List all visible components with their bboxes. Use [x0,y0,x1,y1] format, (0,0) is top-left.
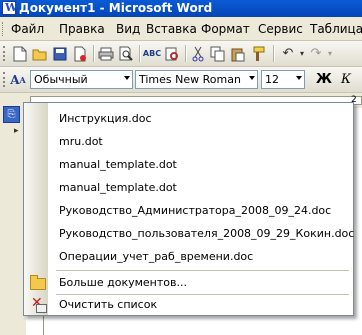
clear-list-label: Очистить список [59,298,158,311]
toolbar-separator [93,45,95,62]
recent-file-label: Инструкция.doc [59,112,152,125]
style-select[interactable]: Обычный [30,70,133,89]
recent-file-label: Руководство_Администратора_2008_09_24.do… [59,204,332,217]
formatting-toolbar: AA Обычный Times New Roman 12 Ж К [0,67,362,93]
title-bar: W Документ1 - Microsoft Word [0,0,362,17]
menu-tools[interactable]: Сервис [258,22,303,36]
more-documents-label: Больше документов... [59,276,187,289]
recent-file-item[interactable]: mru.dot [24,130,353,153]
more-documents-item[interactable]: Больше документов... [24,271,353,294]
permission-icon[interactable] [72,46,88,62]
clear-list-item[interactable]: ✕ Очистить список [24,293,353,316]
recent-file-label: manual_template.dot [59,158,177,171]
toolbar-separator [139,45,141,62]
recent-file-label: Руководство_пользователя_2008_09_29_Коки… [59,227,355,240]
chevron-down-icon [296,76,302,80]
menu-view[interactable]: Вид [116,22,140,36]
toolbar-separator [273,45,275,62]
toolbar-grip[interactable] [3,72,8,87]
menu-format[interactable]: Формат [201,22,250,36]
word-app-icon[interactable]: W [2,1,17,15]
menu-edit[interactable]: Правка [59,22,105,36]
styles-formatting-icon[interactable]: AA [10,72,26,88]
toolbar-separator [185,45,187,62]
recent-file-label: mru.dot [59,135,103,148]
recent-file-item[interactable]: manual_template.dot [24,176,353,199]
recent-file-item[interactable]: manual_template.dot [24,153,353,176]
recent-file-label: manual_template.dot [59,181,177,194]
tab-selector-icon[interactable]: ⎘ [3,106,20,123]
cut-icon[interactable] [190,46,206,62]
menu-bar: Файл Правка Вид Вставка Формат Сервис Та… [0,17,362,41]
font-value: Times New Roman [139,73,241,86]
format-painter-icon[interactable] [250,46,266,62]
new-doc-icon[interactable] [12,46,28,62]
recent-files-menu: Инструкция.doc mru.dot manual_template.d… [23,102,354,316]
font-size-value: 12 [265,73,279,86]
menu-insert[interactable]: Вставка [146,22,197,36]
paste-icon[interactable] [230,46,246,62]
window-title: Документ1 - Microsoft Word [19,1,213,15]
print-preview-icon[interactable] [118,46,134,62]
chevron-down-icon [249,76,255,80]
open-folder-icon [29,274,46,290]
expand-arrow-icon[interactable]: ▸ [14,126,19,136]
recent-file-item[interactable]: Руководство_пользователя_2008_09_29_Коки… [24,222,355,245]
spelling-icon[interactable]: АВС [143,46,161,62]
menubar-grip[interactable] [2,22,6,36]
redo-dropdown-icon[interactable]: ▾ [322,46,338,62]
clear-list-icon: ✕ [29,295,47,313]
save-icon[interactable] [52,46,68,62]
font-size-select[interactable]: 12 [261,70,305,89]
chevron-down-icon [124,76,130,80]
recent-file-item[interactable]: Руководство_Администратора_2008_09_24.do… [24,199,353,222]
toolbar-grip[interactable] [3,46,8,61]
recent-file-item[interactable]: Инструкция.doc [24,107,353,130]
standard-toolbar: АВС ↶ ▾ ↷ ▾ [0,41,362,67]
copy-icon[interactable] [210,46,226,62]
style-value: Обычный [34,73,88,86]
menu-table[interactable]: Таблица [310,22,362,36]
bold-button[interactable]: Ж [316,72,332,88]
research-icon[interactable] [164,46,180,62]
open-folder-icon[interactable] [32,46,48,62]
recent-file-label: Операции_учет_раб_времени.doc [59,250,254,263]
menu-file[interactable]: Файл [11,22,44,36]
italic-button[interactable]: К [338,72,354,88]
font-select[interactable]: Times New Roman [135,70,258,89]
print-icon[interactable] [98,46,114,62]
recent-file-item[interactable]: Операции_учет_раб_времени.doc [24,245,353,268]
